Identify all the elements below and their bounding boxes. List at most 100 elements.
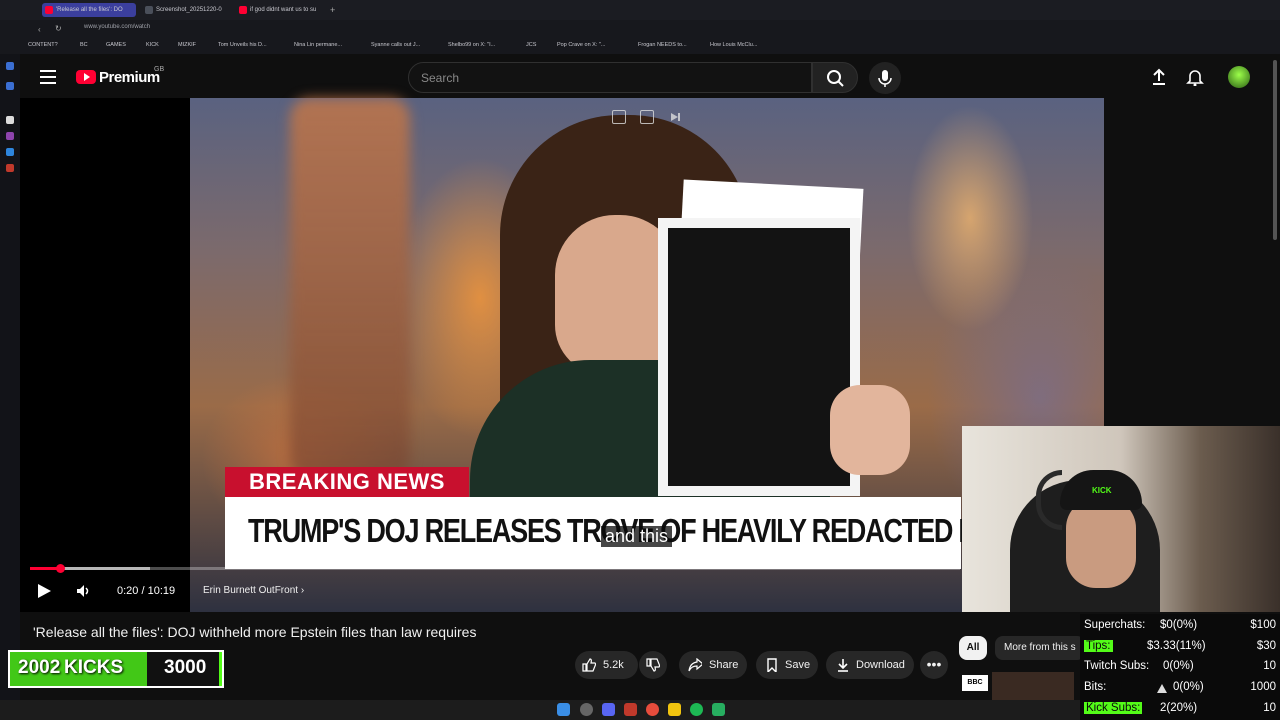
bookmark-item[interactable]: JCS [526, 42, 536, 48]
dislike-button[interactable] [639, 651, 667, 679]
stat-value: 0(0%) [1163, 660, 1194, 672]
microphone-icon [878, 70, 892, 87]
chip-all[interactable]: All [959, 636, 987, 660]
bookmark-item[interactable]: Frogan NEEDS to... [638, 42, 687, 48]
upload-icon [1153, 68, 1165, 85]
upload-button[interactable] [1150, 68, 1168, 91]
bookmark-item[interactable]: Shelbo99 on X: "I... [448, 42, 495, 48]
miniplayer-icon[interactable] [612, 110, 626, 124]
discord-icon[interactable] [602, 703, 615, 716]
sidebar-app-icon[interactable] [6, 116, 14, 124]
sidebar-app-icon[interactable] [6, 164, 14, 172]
streamer-face [1066, 498, 1136, 588]
stat-label: Superchats: [1084, 619, 1146, 631]
bookmark-item[interactable]: Nina Lin permane... [294, 42, 342, 48]
save-label: Save [785, 659, 811, 671]
breaking-news-label: BREAKING NEWS [249, 469, 445, 494]
youtube-logo-icon[interactable] [76, 70, 96, 84]
bridge-background [290, 98, 410, 478]
stat-value: $3.33(11%) [1147, 640, 1206, 652]
stat-label: Kick Subs: [1084, 702, 1143, 714]
progress-bar[interactable] [30, 567, 960, 570]
browser-icon[interactable] [646, 703, 659, 716]
play-icon[interactable] [38, 584, 51, 598]
bookmark-item[interactable]: BC [80, 42, 88, 48]
bookmark-item[interactable]: Pop Crave on X: "... [557, 42, 605, 48]
sidebar-app-icon[interactable] [6, 148, 14, 156]
like-button[interactable]: 5.2k [575, 651, 638, 679]
warning-icon [1157, 684, 1167, 693]
bookmark-item[interactable]: Syanne calls out J... [371, 42, 420, 48]
bookmark-item[interactable]: KICK [146, 42, 159, 48]
volume-icon[interactable] [76, 584, 92, 598]
chapter-label: Erin Burnett OutFront [203, 585, 299, 596]
bookmark-icon [767, 658, 777, 672]
bookmark-item[interactable]: MIZKIF [178, 42, 196, 48]
notifications-button[interactable] [1186, 68, 1204, 91]
chapter-button[interactable]: Erin Burnett OutFront › [203, 585, 304, 596]
avatar[interactable] [1228, 66, 1250, 88]
pip-icon[interactable] [640, 110, 654, 124]
search-icon[interactable] [580, 703, 593, 716]
page-scrollbar[interactable] [1273, 60, 1277, 240]
stat-goal: $100 [1250, 619, 1276, 631]
scrubber-handle[interactable] [55, 564, 65, 573]
folder-icon[interactable] [668, 703, 681, 716]
sidebar-app-icon[interactable] [6, 62, 14, 70]
stat-goal: 10 [1263, 660, 1276, 672]
download-button[interactable]: Download [826, 651, 914, 679]
voice-search-button[interactable] [869, 62, 901, 94]
video-caption: and this [601, 526, 673, 547]
download-label: Download [856, 659, 905, 671]
youtube-favicon-icon [239, 6, 247, 14]
share-button[interactable]: Share [679, 651, 747, 679]
url-field[interactable]: www.youtube.com/watch [84, 24, 150, 30]
app-icon[interactable] [712, 703, 725, 716]
bookmark-item[interactable]: GAMES [106, 42, 126, 48]
app-icon[interactable] [624, 703, 637, 716]
search-button[interactable] [812, 62, 858, 93]
browser-tab[interactable]: Screenshot_20251220-0 [142, 3, 230, 17]
kicks-goal-value: 3000 [164, 657, 207, 678]
stat-value: $0(0%) [1160, 619, 1198, 631]
image-favicon-icon [145, 6, 153, 14]
more-horizontal-icon: ••• [926, 656, 942, 672]
anchor-hand [830, 385, 910, 475]
video-title: 'Release all the files': DOJ withheld mo… [33, 624, 477, 640]
search-placeholder: Search [421, 71, 460, 85]
bell-icon [1186, 70, 1204, 87]
search-input[interactable] [408, 62, 812, 93]
chevron-right-icon: › [300, 585, 305, 596]
search-icon [827, 70, 844, 87]
address-bar [0, 20, 1280, 40]
save-button[interactable]: Save [756, 651, 818, 679]
bookmark-item[interactable]: Tom Unveils his D... [218, 42, 267, 48]
tab-label: Screenshot_20251220-0 [156, 7, 222, 13]
bookmark-item[interactable]: CONTENT? [28, 42, 58, 48]
skip-next-icon[interactable] [668, 110, 682, 124]
thumbs-down-icon [646, 658, 660, 672]
more-actions-button[interactable]: ••• [920, 651, 948, 679]
back-icon[interactable]: ‹ [38, 25, 41, 34]
youtube-logo-text[interactable]: Premium [99, 69, 160, 86]
region-code: GB [154, 66, 165, 73]
related-video-thumbnail[interactable] [992, 672, 1074, 700]
time-display: 0:20 / 10:19 [117, 585, 176, 597]
share-label: Share [709, 659, 739, 671]
spotify-icon[interactable] [690, 703, 703, 716]
new-tab-button[interactable]: + [330, 5, 335, 15]
related-video-thumbnail[interactable]: BBC [962, 675, 988, 691]
chip-more-from-channel[interactable]: More from this s [995, 636, 1085, 660]
reload-icon[interactable]: ↻ [55, 24, 62, 33]
stat-goal: $30 [1256, 640, 1276, 652]
stat-label: Twitch Subs: [1084, 660, 1150, 672]
browser-tab[interactable]: if god didnt want us to su [236, 3, 324, 17]
start-icon[interactable] [557, 703, 570, 716]
sidebar-app-icon[interactable] [6, 82, 14, 90]
sidebar-app-icon[interactable] [6, 132, 14, 140]
bookmark-item[interactable]: How Louis McClu... [710, 42, 757, 48]
stat-goal: 1000 [1250, 681, 1276, 693]
browser-tab-active[interactable]: 'Release all the files': DO [42, 3, 136, 17]
stat-label: Bits: [1084, 681, 1107, 693]
menu-icon[interactable] [40, 70, 56, 84]
